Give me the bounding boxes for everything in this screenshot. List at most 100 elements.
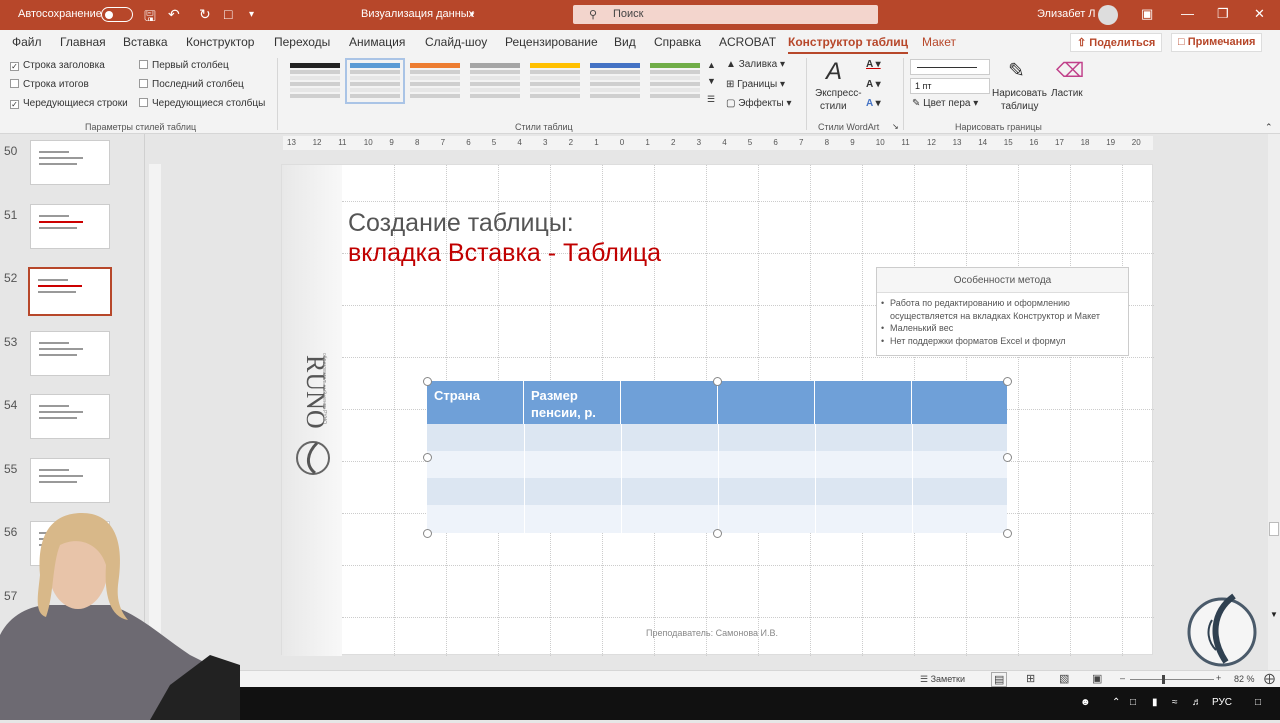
slide-thumbnail[interactable] <box>30 203 110 249</box>
title-dropdown-icon[interactable]: ▼ <box>468 10 476 19</box>
zoom-out-icon[interactable]: – <box>1120 673 1125 683</box>
data-table[interactable]: Страна Размер пенсии, р. <box>423 377 1012 538</box>
resize-handle[interactable] <box>423 377 432 386</box>
header-cell-3[interactable] <box>621 381 718 424</box>
header-cell-4[interactable] <box>718 381 815 424</box>
zoom-slider[interactable] <box>1130 675 1214 684</box>
option-last-column[interactable]: Последний столбец <box>139 79 244 90</box>
search-box[interactable]: ⚲ Поиск <box>573 5 878 24</box>
table-style-swatch[interactable] <box>650 63 700 99</box>
zoom-in-icon[interactable]: + <box>1216 673 1221 683</box>
fill-button[interactable]: ▲ Заливка ▾ <box>726 59 785 70</box>
tab-insert[interactable]: Вставка <box>123 35 168 49</box>
tab-acrobat[interactable]: ACROBAT <box>719 35 776 49</box>
slide-thumbnail[interactable] <box>30 457 110 503</box>
table-style-swatch[interactable] <box>410 63 460 99</box>
tab-file[interactable]: Файл <box>12 35 42 49</box>
slide-title-line1[interactable]: Создание таблицы: <box>348 209 574 238</box>
option-banded-columns[interactable]: Чередующиеся столбцы <box>139 98 265 109</box>
notes-button[interactable]: ☰ Заметки <box>920 674 965 685</box>
resize-handle[interactable] <box>713 377 722 386</box>
pen-weight-select[interactable]: 1 пт <box>910 78 990 94</box>
option-first-column[interactable]: Первый столбец <box>139 60 229 71</box>
customize-qat-icon[interactable]: ▾ <box>249 9 254 20</box>
save-icon[interactable]: 🖫 <box>144 6 156 30</box>
table-style-swatch[interactable] <box>530 63 580 99</box>
table-style-swatch[interactable] <box>290 63 340 99</box>
vertical-scrollbar[interactable]: ▼ <box>1268 134 1280 670</box>
document-title[interactable]: Визуализация данных <box>361 8 474 20</box>
tab-transitions[interactable]: Переходы <box>274 35 330 49</box>
tab-review[interactable]: Рецензирование <box>505 35 598 49</box>
avatar[interactable] <box>1098 5 1118 25</box>
zoom-level[interactable]: 82 % <box>1234 674 1255 684</box>
resize-handle[interactable] <box>1003 453 1012 462</box>
pen-color-button[interactable]: ✎ Цвет пера ▾ <box>912 98 978 109</box>
network-icon[interactable]: □ <box>1130 697 1136 708</box>
eraser-label[interactable]: Ластик <box>1051 88 1083 99</box>
option-banded-rows[interactable]: ✓ Чередующиеся строки <box>10 98 128 109</box>
express-styles-label-1[interactable]: Экспресс- <box>815 88 862 99</box>
slide-thumbnail[interactable] <box>30 330 110 376</box>
express-styles-label-2[interactable]: стили <box>820 101 847 112</box>
header-cell-6[interactable] <box>912 381 1007 424</box>
redo-icon[interactable]: ↻ <box>199 6 211 23</box>
normal-view-icon[interactable]: ▤ <box>991 672 1008 687</box>
presenter-icon[interactable]: □ <box>224 6 232 22</box>
tab-view[interactable]: Вид <box>614 35 636 49</box>
resize-handle[interactable] <box>1003 377 1012 386</box>
notification-icon[interactable]: □ <box>1255 697 1261 708</box>
collapse-ribbon-icon[interactable]: ⌃ <box>1265 122 1273 133</box>
reading-view-icon[interactable]: ▧ <box>1059 672 1069 685</box>
user-name[interactable]: Элизабет Л <box>1037 8 1096 20</box>
restore-icon[interactable]: ❐ <box>1217 6 1229 22</box>
header-cell-5[interactable] <box>815 381 912 424</box>
wordart-launcher-icon[interactable]: ↘ <box>892 122 899 131</box>
tab-table-design[interactable]: Конструктор таблиц <box>788 35 909 54</box>
ribbon-display-icon[interactable]: ▣ <box>1141 6 1153 22</box>
text-effects-icon[interactable]: A ▾ <box>866 98 881 109</box>
option-total-row[interactable]: Строка итогов <box>10 79 89 90</box>
option-header-row[interactable]: ✓ Строка заголовка <box>10 60 105 71</box>
undo-icon[interactable]: ↶ <box>168 6 180 23</box>
autosave-toggle[interactable] <box>101 7 133 22</box>
gallery-more-icon[interactable]: ☰ <box>707 94 715 105</box>
language-indicator[interactable]: РУС <box>1212 697 1232 708</box>
slide-thumbnail[interactable] <box>30 140 110 185</box>
fit-slide-icon[interactable]: ⨁ <box>1264 672 1275 685</box>
tab-help[interactable]: Справка <box>654 35 701 49</box>
comments-button[interactable]: □ Примечания <box>1171 33 1263 52</box>
table-style-swatch[interactable] <box>470 63 520 99</box>
header-cell-pension[interactable]: Размер пенсии, р. <box>524 381 621 424</box>
tab-layout[interactable]: Макет <box>922 35 956 49</box>
resize-handle[interactable] <box>713 529 722 538</box>
draw-table-icon[interactable]: ✎ <box>1008 58 1025 83</box>
tab-slideshow[interactable]: Слайд-шоу <box>425 35 487 49</box>
resize-handle[interactable] <box>423 529 432 538</box>
express-styles-icon[interactable]: A <box>826 58 842 86</box>
close-icon[interactable]: ✕ <box>1254 6 1265 22</box>
method-notes-box[interactable]: Особенности метода Работа по редактирова… <box>876 267 1129 356</box>
slideshow-icon[interactable]: ▣ <box>1092 672 1102 685</box>
slide-footer[interactable]: Преподаватель: Самонова И.В. <box>646 628 778 638</box>
eraser-icon[interactable]: ⌫ <box>1056 58 1084 83</box>
slide-canvas[interactable]: RUNO образовательный центр РУНО Создание… <box>281 164 1154 656</box>
wifi-icon[interactable]: ≈ <box>1172 697 1178 708</box>
header-cell-country[interactable]: Страна <box>427 381 524 424</box>
tray-chevron-icon[interactable]: ⌃ <box>1112 697 1120 708</box>
slide-thumbnail[interactable] <box>28 267 112 316</box>
volume-icon[interactable]: ♬ <box>1192 697 1202 708</box>
gallery-down-icon[interactable]: ▼ <box>707 76 716 86</box>
table-style-swatch[interactable] <box>345 58 405 104</box>
minimize-icon[interactable]: — <box>1181 6 1194 21</box>
borders-button[interactable]: ⊞ Границы ▾ <box>726 79 785 90</box>
draw-table-label-2[interactable]: таблицу <box>1001 101 1038 112</box>
people-icon[interactable]: ☻ <box>1080 697 1091 708</box>
text-outline-icon[interactable]: A ▾ <box>866 79 881 90</box>
tab-design[interactable]: Конструктор <box>186 35 254 49</box>
table-style-swatch[interactable] <box>590 63 640 99</box>
slide-thumbnail[interactable] <box>30 394 110 439</box>
pen-style-select[interactable] <box>910 59 990 75</box>
tab-animations[interactable]: Анимация <box>349 35 405 49</box>
text-fill-icon[interactable]: A ▾ <box>866 59 881 70</box>
